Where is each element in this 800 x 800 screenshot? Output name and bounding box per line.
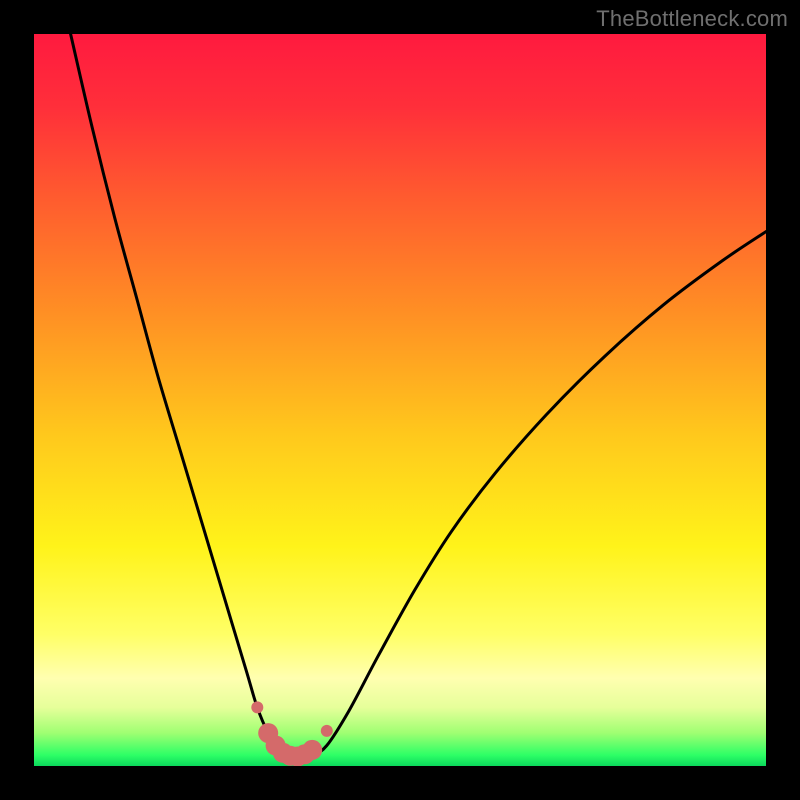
chart-frame: TheBottleneck.com: [0, 0, 800, 800]
plot-area: [34, 34, 766, 766]
marker-dot: [251, 701, 263, 713]
marker-dot: [321, 725, 333, 737]
plot-svg: [34, 34, 766, 766]
marker-dot: [302, 740, 322, 760]
watermark-text: TheBottleneck.com: [596, 6, 788, 32]
gradient-background: [34, 34, 766, 766]
